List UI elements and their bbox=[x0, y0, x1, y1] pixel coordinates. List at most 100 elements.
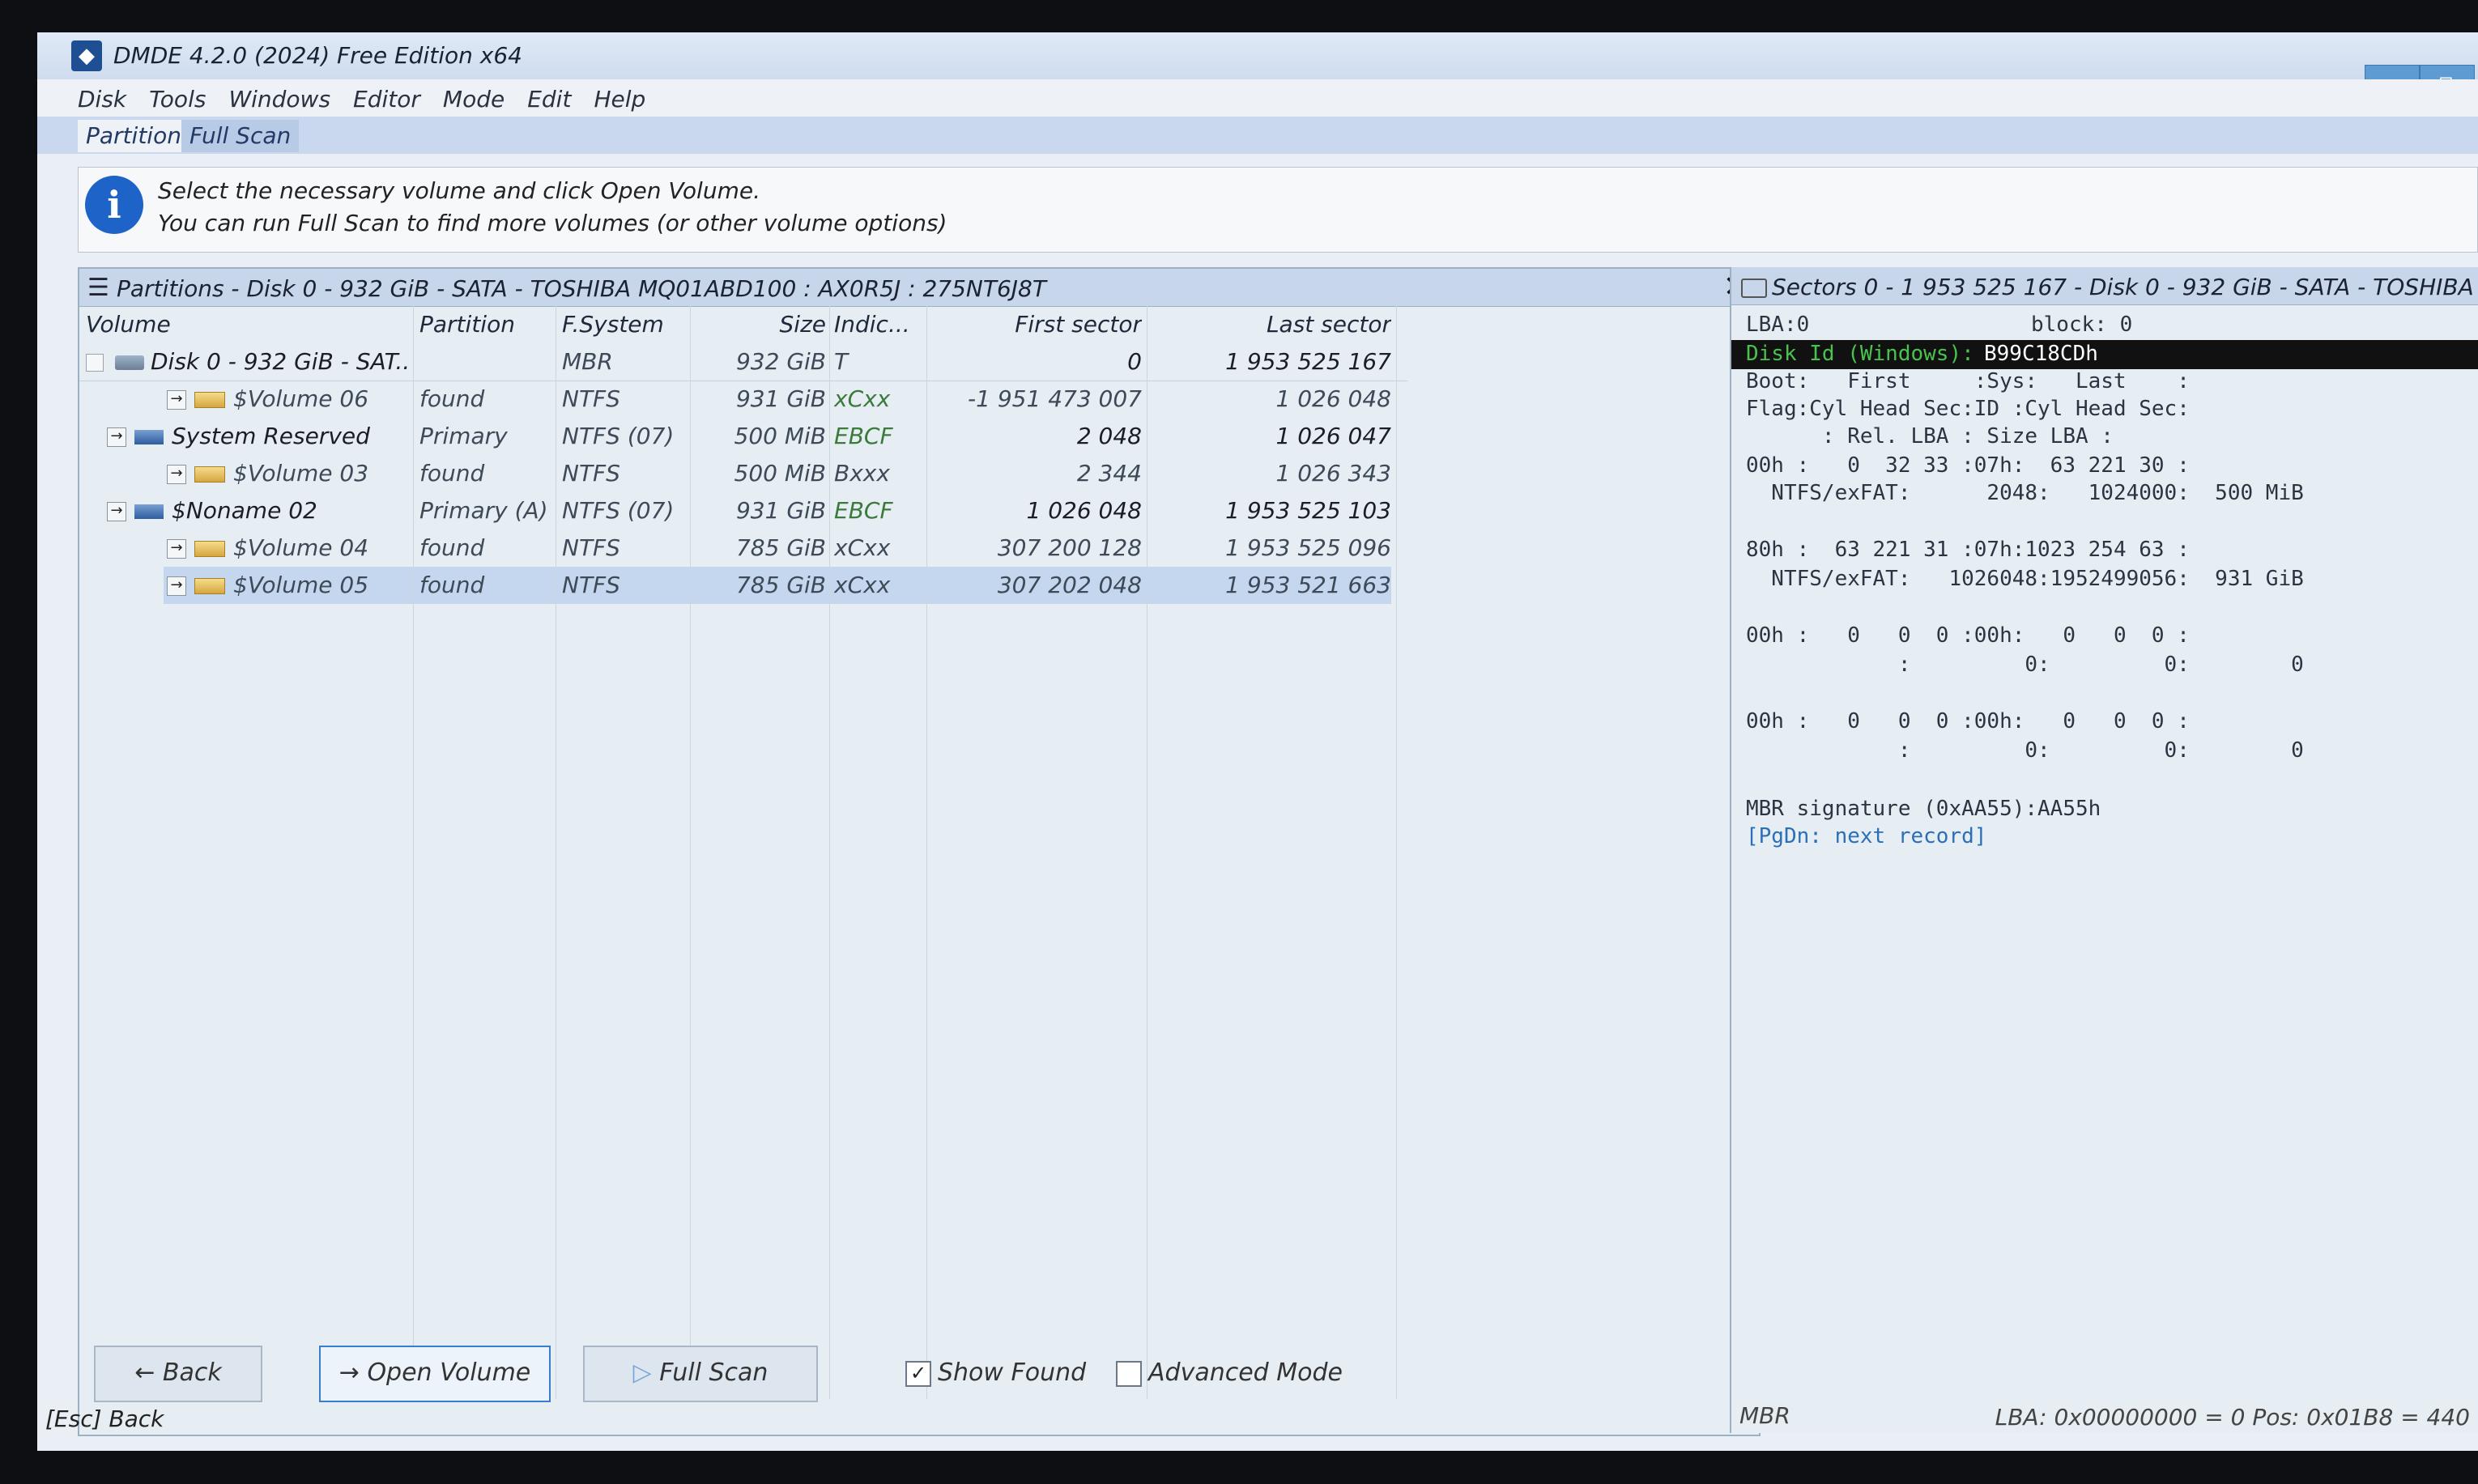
info-box: i Select the necessary volume and click … bbox=[78, 167, 2478, 253]
row-size: 785 GiB bbox=[735, 572, 826, 598]
partition-entry-4: 00h : 0 0 0 :00h: 0 0 0 : bbox=[1746, 709, 2190, 733]
row-last-sector: 1 953 525 167 bbox=[1225, 348, 1391, 375]
menu-tools[interactable]: Tools bbox=[138, 79, 217, 113]
menu-windows[interactable]: Windows bbox=[217, 79, 342, 113]
full-scan-button[interactable]: ▷ Full Scan bbox=[583, 1346, 818, 1402]
row-volume: $Volume 04 bbox=[233, 534, 369, 561]
advanced-mode-checkbox[interactable]: Advanced Mode bbox=[1116, 1359, 1343, 1387]
disk-id-value: B99C18CDh bbox=[1984, 342, 2098, 366]
info-line-1: Select the necessary volume and click Op… bbox=[158, 177, 760, 204]
block-label: block: 0 bbox=[2031, 313, 2133, 337]
row-fsystem: NTFS (07) bbox=[562, 423, 675, 449]
mbr-header-2: Flag:Cyl Head Sec:ID :Cyl Head Sec: bbox=[1746, 397, 2190, 421]
row-first-sector: 307 200 128 bbox=[997, 534, 1142, 561]
row-size: 931 GiB bbox=[735, 385, 826, 412]
expand-icon[interactable]: → bbox=[167, 539, 186, 559]
row-first-sector: 2 344 bbox=[1076, 460, 1142, 487]
checkbox-checked[interactable]: ✓ bbox=[905, 1360, 931, 1387]
status-left: MBR bbox=[1739, 1402, 1790, 1429]
table-row[interactable]: Disk 0 - 932 GiB - SAT... MBR 932 GiB T … bbox=[79, 343, 1407, 381]
table-row[interactable]: → $Volume 04 found NTFS 785 GiB xCxx 307 … bbox=[79, 529, 1407, 567]
partition-entry-2-info: NTFS/exFAT: 1026048:1952499056: 931 GiB bbox=[1746, 567, 2304, 591]
table-row[interactable]: → System Reserved Primary NTFS (07) 500 M… bbox=[79, 418, 1407, 455]
table-row-selected[interactable]: → $Volume 05 found NTFS 785 GiB xCxx 307 … bbox=[164, 567, 1391, 604]
partition-entry-2: 80h : 63 221 31 :07h:1023 254 63 : bbox=[1746, 538, 2190, 562]
col-fsystem[interactable]: F.System bbox=[562, 306, 692, 343]
table-row[interactable]: → $Volume 03 found NTFS 500 MiB Bxxx 2 34… bbox=[79, 455, 1407, 492]
col-partition[interactable]: Partition bbox=[419, 306, 549, 343]
row-first-sector: 2 048 bbox=[1076, 423, 1142, 449]
col-size[interactable]: Size bbox=[695, 306, 826, 343]
row-indic: xCxx bbox=[834, 534, 891, 561]
row-first-sector: 0 bbox=[1127, 348, 1142, 375]
row-checkbox[interactable] bbox=[86, 354, 104, 372]
partition-entry-1-info: NTFS/exFAT: 2048: 1024000: 500 MiB bbox=[1746, 481, 2304, 505]
mbr-signature: MBR signature (0xAA55):AA55h bbox=[1746, 797, 2101, 821]
app-icon: ◆ bbox=[71, 40, 102, 71]
col-last-sector[interactable]: Last sector bbox=[1148, 306, 1391, 343]
open-volume-button[interactable]: → Open Volume bbox=[319, 1346, 551, 1402]
row-fsystem: NTFS bbox=[562, 572, 620, 598]
row-partition: found bbox=[419, 385, 485, 412]
mbr-header-3: : Rel. LBA : Size LBA : bbox=[1746, 424, 2114, 449]
row-size: 500 MiB bbox=[734, 460, 827, 487]
row-indic: xCxx bbox=[834, 385, 891, 412]
open-arrow-icon: → bbox=[338, 1359, 360, 1387]
row-indic: xCxx bbox=[834, 572, 891, 598]
row-volume: $Volume 05 bbox=[233, 572, 369, 598]
expand-icon[interactable]: → bbox=[167, 465, 186, 484]
col-first-sector[interactable]: First sector bbox=[930, 306, 1142, 343]
partitions-panel-title: Partitions - Disk 0 - 932 GiB - SATA - T… bbox=[117, 275, 1046, 302]
row-volume: Disk 0 - 932 GiB - SAT... bbox=[151, 348, 410, 375]
row-partition: found bbox=[419, 572, 485, 598]
show-found-checkbox[interactable]: ✓ Show Found bbox=[905, 1359, 1086, 1387]
back-button[interactable]: ← Back bbox=[94, 1346, 262, 1402]
menu-mode[interactable]: Mode bbox=[432, 79, 516, 113]
expand-icon[interactable]: → bbox=[167, 576, 186, 596]
row-first-sector: -1 951 473 007 bbox=[968, 385, 1142, 412]
row-indic: Bxxx bbox=[834, 460, 890, 487]
window-title: DMDE 4.2.0 (2024) Free Edition x64 bbox=[113, 42, 522, 69]
row-fsystem: NTFS bbox=[562, 534, 620, 561]
next-record-link[interactable]: [PgDn: next record] bbox=[1746, 824, 1986, 848]
menu-disk[interactable]: Disk bbox=[37, 79, 138, 113]
dmde-window: ◆ DMDE 4.2.0 (2024) Free Edition x64 – ⧉… bbox=[37, 32, 2478, 1451]
table-row[interactable]: → $Noname 02 Primary (A) NTFS (07) 931 Gi… bbox=[79, 492, 1407, 529]
row-size: 932 GiB bbox=[735, 348, 826, 375]
row-last-sector: 1 026 343 bbox=[1275, 460, 1391, 487]
expand-icon[interactable]: → bbox=[107, 427, 126, 447]
tab-bar: Partitions Full Scan bbox=[37, 117, 2478, 154]
row-partition: found bbox=[419, 460, 485, 487]
menu-bar: Disk Tools Windows Editor Mode Edit Help bbox=[37, 79, 2478, 117]
volume-icon bbox=[194, 466, 225, 483]
info-icon: i bbox=[85, 176, 143, 234]
menu-edit[interactable]: Edit bbox=[516, 79, 582, 113]
row-last-sector: 1 953 521 663 bbox=[1225, 572, 1391, 598]
col-volume[interactable]: Volume bbox=[86, 306, 410, 343]
lba-label: LBA:0 bbox=[1746, 313, 1810, 337]
checkbox-unchecked[interactable] bbox=[1116, 1360, 1142, 1387]
disk-icon bbox=[115, 355, 144, 370]
expand-icon[interactable]: → bbox=[167, 390, 186, 410]
menu-editor[interactable]: Editor bbox=[342, 79, 432, 113]
row-fsystem: NTFS bbox=[562, 460, 620, 487]
tab-full-scan[interactable]: Full Scan bbox=[181, 120, 300, 152]
sectors-panel-header: Sectors 0 - 1 953 525 167 - Disk 0 - 932… bbox=[1731, 267, 2478, 305]
menu-icon[interactable]: ☰ bbox=[87, 274, 109, 302]
row-size: 785 GiB bbox=[735, 534, 826, 561]
row-last-sector: 1 026 048 bbox=[1275, 385, 1391, 412]
table-row[interactable]: → $Volume 06 found NTFS 931 GiB xCxx -1 9… bbox=[79, 381, 1407, 418]
play-icon: ▷ bbox=[632, 1359, 652, 1387]
disk-id-label: Disk Id (Windows): bbox=[1746, 342, 1974, 366]
title-bar: ◆ DMDE 4.2.0 (2024) Free Edition x64 – ⧉ bbox=[37, 32, 2478, 105]
partition-entry-1: 00h : 0 32 33 :07h: 63 221 30 : bbox=[1746, 453, 2190, 478]
mbr-header-1: Boot: First :Sys: Last : bbox=[1746, 369, 2190, 393]
sectors-panel: Sectors 0 - 1 953 525 167 - Disk 0 - 932… bbox=[1730, 267, 2478, 1433]
col-indic[interactable]: Indic... bbox=[834, 306, 923, 343]
row-partition bbox=[419, 343, 549, 381]
row-first-sector: 307 202 048 bbox=[997, 572, 1142, 598]
expand-icon[interactable]: → bbox=[107, 502, 126, 521]
partitions-panel-header: ☰ Partitions - Disk 0 - 932 GiB - SATA -… bbox=[79, 269, 1759, 307]
esc-back-hint[interactable]: [Esc] Back bbox=[45, 1405, 164, 1432]
menu-help[interactable]: Help bbox=[582, 79, 657, 113]
